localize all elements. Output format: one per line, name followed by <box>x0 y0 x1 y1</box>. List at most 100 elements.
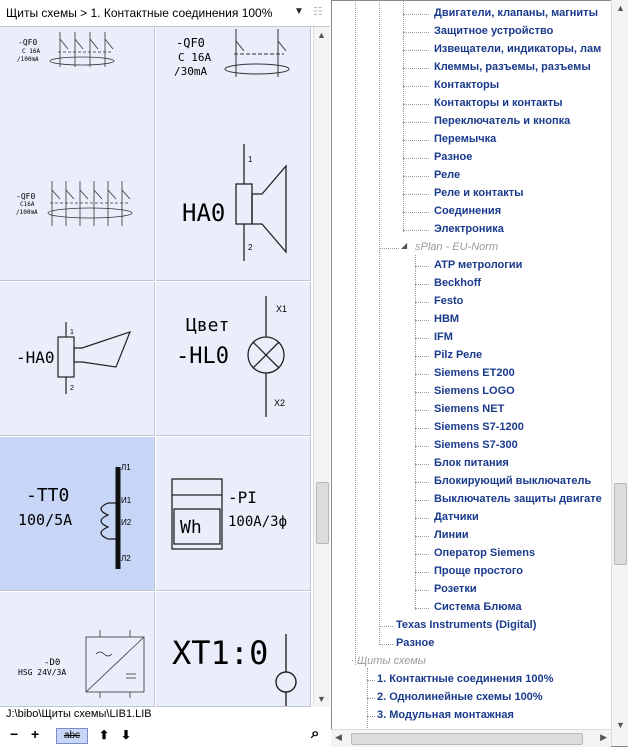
tree-item[interactable]: Реле и контакты <box>434 187 524 199</box>
tree-item[interactable]: 1. Контактные соединения 100% <box>377 673 553 685</box>
library-toolbar: − + abc ⬆ ⬇ ⌕ <box>0 724 330 747</box>
tree-item[interactable]: Извещатели, индикаторы, лам <box>434 43 601 55</box>
symbol-label: -TT0 <box>26 485 69 506</box>
symbol-rating: HSG 24V/3A <box>18 668 66 677</box>
scroll-down-icon[interactable]: ▼ <box>317 694 326 704</box>
symbol-library-pane: Щиты схемы > 1. Контактные соединения 10… <box>0 0 330 747</box>
expand-arrow-icon[interactable]: ◢ <box>401 241 407 250</box>
tree-item[interactable]: Розетки <box>434 583 477 595</box>
tree-item[interactable]: Texas Instruments (Digital) <box>396 619 536 631</box>
tree-item[interactable]: Beckhoff <box>434 277 481 289</box>
tree-item[interactable]: IFM <box>434 331 453 343</box>
tree-item[interactable]: HBM <box>434 313 459 325</box>
tree-item[interactable]: Блокирующий выключатель <box>434 475 591 487</box>
scroll-up-icon[interactable]: ▲ <box>317 30 326 40</box>
add-button[interactable]: + <box>31 726 39 742</box>
pin-number: 2 <box>248 243 253 252</box>
tree-item[interactable]: Перемычка <box>434 133 496 145</box>
symbol-label: -QF0 <box>176 36 205 50</box>
tree-item[interactable]: Клеммы, разъемы, разъемы <box>434 61 591 73</box>
expand-arrow-icon[interactable]: · <box>351 656 354 665</box>
tree-item[interactable]: Выключатель защиты двигате <box>434 493 602 505</box>
terminal-label: И2 <box>121 518 132 527</box>
library-breadcrumb[interactable]: Щиты схемы > 1. Контактные соединения 10… <box>6 6 272 20</box>
collapse-button[interactable]: − <box>10 726 18 742</box>
symbol-sensitivity: /100mA <box>17 56 39 63</box>
symbol-cell[interactable]: X1 X2 Цвет -HL0 <box>156 282 311 436</box>
symbol-cell[interactable]: Wh -PI 100A/3ф <box>156 437 311 591</box>
symbol-label: -HA0 <box>16 348 55 367</box>
symbol-label: -QF0 <box>18 38 37 47</box>
tree-item[interactable]: Система Блюма <box>434 601 522 613</box>
tree-item[interactable]: Электроника <box>434 223 504 235</box>
tree-item[interactable]: Siemens LOGO <box>434 385 515 397</box>
library-header: Щиты схемы > 1. Контактные соединения 10… <box>0 0 330 27</box>
tree-item[interactable]: Датчики <box>434 511 479 523</box>
tree-item[interactable]: ATP метрологии <box>434 259 522 271</box>
tree-group-splan[interactable]: sPlan - EU-Norm <box>415 241 498 253</box>
symbol-sensitivity: /100mA <box>16 209 38 216</box>
pin-number: 2 <box>70 385 74 392</box>
scrollbar-thumb[interactable] <box>351 733 583 745</box>
tree-item[interactable]: Siemens ET200 <box>434 367 515 379</box>
symbol-rating: C 16A <box>178 51 211 64</box>
tree-item[interactable]: Линии <box>434 529 469 541</box>
symbol-label: HA0 <box>182 199 225 227</box>
pin-number: X2 <box>274 398 285 408</box>
tree-item[interactable]: Контакторы и контакты <box>434 97 563 109</box>
tree-item[interactable]: Проще простого <box>434 565 523 577</box>
scroll-left-icon[interactable]: ◀ <box>335 732 342 743</box>
tree-view-icon[interactable]: ☷ <box>313 5 325 19</box>
symbol-label: XT1:0 <box>172 634 268 672</box>
terminal-label: Л2 <box>121 554 131 563</box>
tree-item[interactable]: Pilz Реле <box>434 349 482 361</box>
library-tree: Двигатели, клапаны, магниты Защитное уст… <box>331 0 609 747</box>
symbol-cell[interactable]: -D0 HSG 24V/3A <box>0 592 155 707</box>
tree-horizontal-scrollbar[interactable]: ◀ ▶ <box>331 729 611 747</box>
tree-item[interactable]: Festo <box>434 295 463 307</box>
tree-item[interactable]: Контакторы <box>434 79 499 91</box>
symbol-cell[interactable]: 1 2 HA0 <box>156 126 311 281</box>
terminal-label: Л1 <box>121 463 131 472</box>
scroll-up-icon[interactable]: ▲ <box>616 3 625 13</box>
symbol-label: -HL0 <box>176 344 229 369</box>
symbol-grid-scrollbar[interactable]: ▲ ▼ <box>313 27 330 707</box>
tree-item[interactable]: Соединения <box>434 205 501 217</box>
pin-number: 1 <box>70 329 74 336</box>
rename-button[interactable]: abc <box>56 728 88 744</box>
symbol-cell-selected[interactable]: Л1 И1 И2 Л2 -TT0 100/5A <box>0 437 155 591</box>
pin-number: X1 <box>276 304 287 314</box>
symbol-sensitivity: /30mA <box>174 65 207 78</box>
symbol-cell[interactable]: 1 2 -HA0 <box>0 282 155 436</box>
tree-item[interactable]: Переключатель и кнопка <box>434 115 570 127</box>
tree-item[interactable]: 2. Однолинейные схемы 100% <box>377 691 543 703</box>
tree-item[interactable]: 3. Модульная монтажная <box>377 709 514 721</box>
tree-item[interactable]: Реле <box>434 169 460 181</box>
tree-item[interactable]: Siemens NET <box>434 403 504 415</box>
symbol-cell[interactable]: -QF0 C16A /100mA <box>0 126 155 281</box>
move-up-button[interactable]: ⬆ <box>99 728 109 742</box>
search-icon[interactable]: ⌕ <box>311 725 319 742</box>
symbol-grid: -QF0 C 16A /100mA -QF0 C 16A /30mA -QF0 … <box>0 27 312 707</box>
tree-item[interactable]: Siemens S7-300 <box>434 439 518 451</box>
tree-item[interactable]: Защитное устройство <box>434 25 553 37</box>
tree-item[interactable]: Разное <box>434 151 472 163</box>
tree-item[interactable]: Разное <box>396 637 434 649</box>
chevron-down-icon[interactable]: ▼ <box>294 6 304 17</box>
scrollbar-thumb[interactable] <box>614 483 627 565</box>
tree-item[interactable]: Блок питания <box>434 457 509 469</box>
symbol-rating: 100A/3ф <box>228 514 287 530</box>
tree-item[interactable]: Siemens S7-1200 <box>434 421 524 433</box>
tree-vertical-scrollbar[interactable]: ▲ ▼ <box>611 0 628 746</box>
pin-number: 1 <box>248 155 253 164</box>
symbol-label: -QF0 <box>16 192 35 201</box>
tree-item[interactable]: Двигатели, клапаны, магниты <box>434 7 598 19</box>
tree-group-shields[interactable]: Щиты схемы <box>357 655 426 667</box>
tree-item[interactable]: Оператор Siemens <box>434 547 535 559</box>
symbol-color-label: Цвет <box>186 315 229 336</box>
scroll-down-icon[interactable]: ▼ <box>616 720 625 730</box>
move-down-button[interactable]: ⬇ <box>121 728 131 742</box>
symbol-cell[interactable]: XT1:0 <box>156 592 311 707</box>
scrollbar-thumb[interactable] <box>316 482 329 544</box>
scroll-right-icon[interactable]: ▶ <box>600 732 607 743</box>
